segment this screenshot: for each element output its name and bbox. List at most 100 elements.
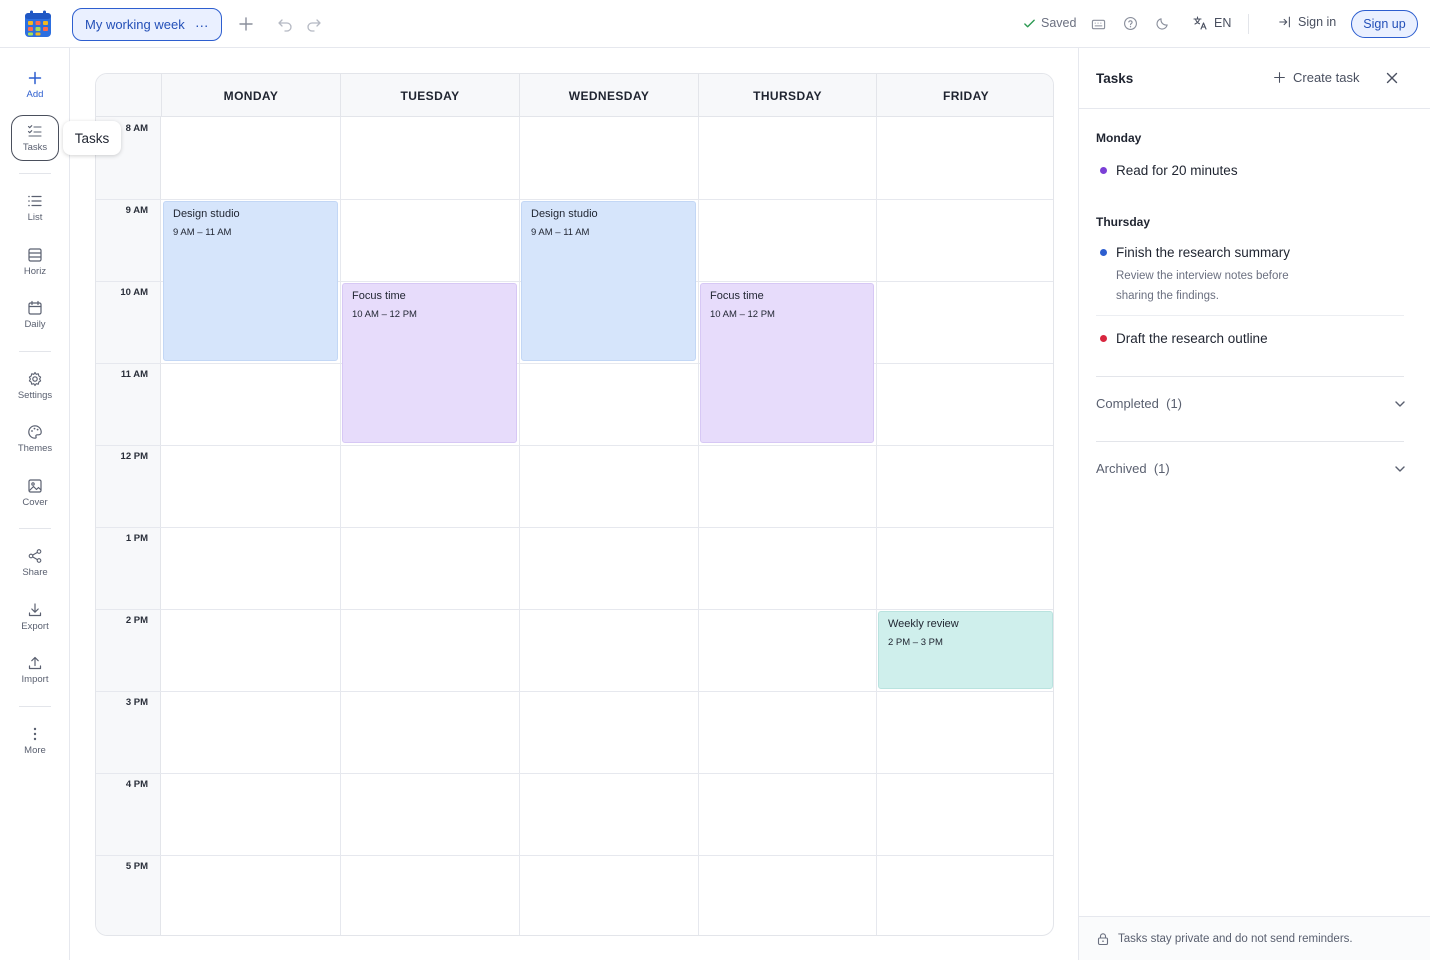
sidebar-item-label: Import: [21, 674, 49, 685]
hour-label: 5 PM: [125, 861, 148, 872]
sidebar-item-list[interactable]: List: [11, 185, 59, 231]
completed-label: Completed: [1096, 396, 1159, 411]
hour-label: 1 PM: [125, 533, 148, 544]
top-bar: My working week … Saved EN Sign in Sign …: [0, 0, 1430, 48]
help-icon[interactable]: [1123, 16, 1139, 32]
hour-label: 4 PM: [125, 779, 148, 790]
sign-in-button[interactable]: Sign in: [1278, 15, 1336, 29]
sidebar-item-import[interactable]: Import: [11, 647, 59, 693]
hour-divider: [96, 445, 1053, 446]
completed-count: (1): [1166, 396, 1182, 411]
new-plus-icon[interactable]: [238, 16, 254, 32]
sidebar-item-label: Daily: [24, 319, 46, 330]
calendar-event[interactable]: Focus time 10 AM – 12 PM: [700, 283, 874, 443]
event-title: Focus time: [710, 290, 764, 302]
sidebar-item-themes[interactable]: Themes: [11, 416, 59, 462]
hour-divider: [96, 773, 1053, 774]
sidebar-item-label: Add: [26, 89, 44, 100]
task-title: Finish the research summary: [1116, 245, 1291, 260]
tasks-panel-title: Tasks: [1096, 71, 1134, 86]
completed-section-toggle[interactable]: Completed (1): [1096, 396, 1406, 411]
day-header-monday: MONDAY: [161, 74, 340, 117]
dark-mode-moon-icon[interactable]: [1155, 16, 1171, 32]
archived-label-wrap: Archived (1): [1096, 461, 1170, 476]
more-horizontal-icon[interactable]: …: [195, 15, 210, 29]
tasks-panel: Tasks Create task Monday Read for 20 min…: [1078, 48, 1430, 960]
sidebar-item-label: Cover: [22, 497, 48, 508]
hour-divider: [96, 199, 1053, 200]
palette-icon: [28, 425, 42, 439]
archived-section-toggle[interactable]: Archived (1): [1096, 461, 1406, 476]
hour-label: 3 PM: [125, 697, 148, 708]
task-group-label: Monday: [1096, 131, 1142, 145]
sidebar-item-horiz[interactable]: Horiz: [11, 239, 59, 285]
more-vertical-icon: [33, 727, 37, 741]
language-label: EN: [1214, 16, 1232, 30]
chevron-down-icon: [1395, 465, 1405, 472]
hour-label: 8 AM: [125, 123, 148, 134]
document-title-button[interactable]: My working week …: [72, 8, 222, 41]
document-title: My working week: [85, 17, 185, 32]
sidebar-item-label: Tasks: [22, 142, 48, 153]
section-divider: [1096, 441, 1404, 442]
event-time: 2 PM – 3 PM: [888, 637, 943, 648]
sidebar-item-label: List: [27, 212, 43, 223]
hour-divider: [96, 609, 1053, 610]
language-selector[interactable]: EN: [1192, 15, 1231, 31]
sidebar-divider: [19, 528, 51, 529]
task-item[interactable]: Read for 20 minutes: [1100, 163, 1238, 178]
archived-count: (1): [1153, 461, 1170, 476]
plus-icon: [28, 71, 42, 85]
sidebar-item-tasks[interactable]: Tasks: [11, 115, 59, 161]
saved-label: Saved: [1041, 16, 1077, 30]
sidebar-item-more[interactable]: More: [11, 718, 59, 764]
toolbar-divider: [1248, 14, 1249, 34]
hour-divider: [96, 691, 1053, 692]
sidebar-item-export[interactable]: Export: [11, 594, 59, 640]
horizontal-icon: [28, 248, 42, 262]
event-time: 10 AM – 12 PM: [710, 309, 775, 320]
sidebar-item-add[interactable]: Add: [11, 62, 59, 108]
event-time: 9 AM – 11 AM: [531, 227, 590, 238]
sidebar-item-label: Themes: [17, 443, 53, 454]
calendar-icon: [28, 300, 42, 315]
task-item[interactable]: Draft the research outline: [1100, 331, 1268, 346]
event-title: Design studio: [173, 208, 240, 220]
create-task-button[interactable]: Create task: [1273, 70, 1359, 85]
hour-label: 11 AM: [120, 369, 148, 380]
keyboard-icon[interactable]: [1091, 17, 1107, 33]
sidebar-item-settings[interactable]: Settings: [11, 363, 59, 409]
hour-divider: [96, 363, 1053, 364]
footer-note: Tasks stay private and do not send remin…: [1118, 932, 1353, 945]
sign-in-icon: [1279, 16, 1290, 28]
redo-icon[interactable]: [306, 16, 322, 32]
task-item[interactable]: Finish the research summary: [1100, 245, 1290, 260]
sidebar-item-cover[interactable]: Cover: [11, 470, 59, 516]
tasks-tooltip: Tasks: [63, 121, 121, 155]
day-header-tuesday: TUESDAY: [340, 74, 519, 117]
calendar-event[interactable]: Design studio 9 AM – 11 AM: [521, 201, 696, 361]
hour-label: 2 PM: [125, 615, 148, 626]
app-logo-icon[interactable]: [24, 10, 52, 38]
upload-icon: [28, 656, 42, 670]
sidebar-item-daily[interactable]: Daily: [11, 292, 59, 338]
plus-icon: [1274, 72, 1285, 83]
sign-up-button[interactable]: Sign up: [1351, 10, 1418, 38]
calendar-event[interactable]: Design studio 9 AM – 11 AM: [163, 201, 338, 361]
calendar-header: MONDAY TUESDAY WEDNESDAY THURSDAY FRIDAY: [96, 74, 1053, 117]
calendar-event[interactable]: Weekly review 2 PM – 3 PM: [878, 611, 1053, 689]
task-title: Draft the research outline: [1116, 331, 1268, 346]
task-group-label: Thursday: [1096, 215, 1151, 229]
calendar-event[interactable]: Focus time 10 AM – 12 PM: [342, 283, 517, 443]
sidebar-item-label: Settings: [17, 390, 53, 401]
undo-icon[interactable]: [277, 16, 293, 32]
hour-divider: [96, 855, 1053, 856]
close-icon[interactable]: [1385, 71, 1399, 85]
task-color-dot: [1100, 249, 1107, 256]
share-icon: [28, 549, 42, 563]
sidebar-item-share[interactable]: Share: [11, 540, 59, 586]
hour-label: 9 AM: [125, 205, 148, 216]
task-divider: [1096, 315, 1404, 316]
left-sidebar: Add Tasks List Horiz Daily Settings Them…: [0, 48, 70, 960]
task-color-dot: [1100, 167, 1107, 174]
